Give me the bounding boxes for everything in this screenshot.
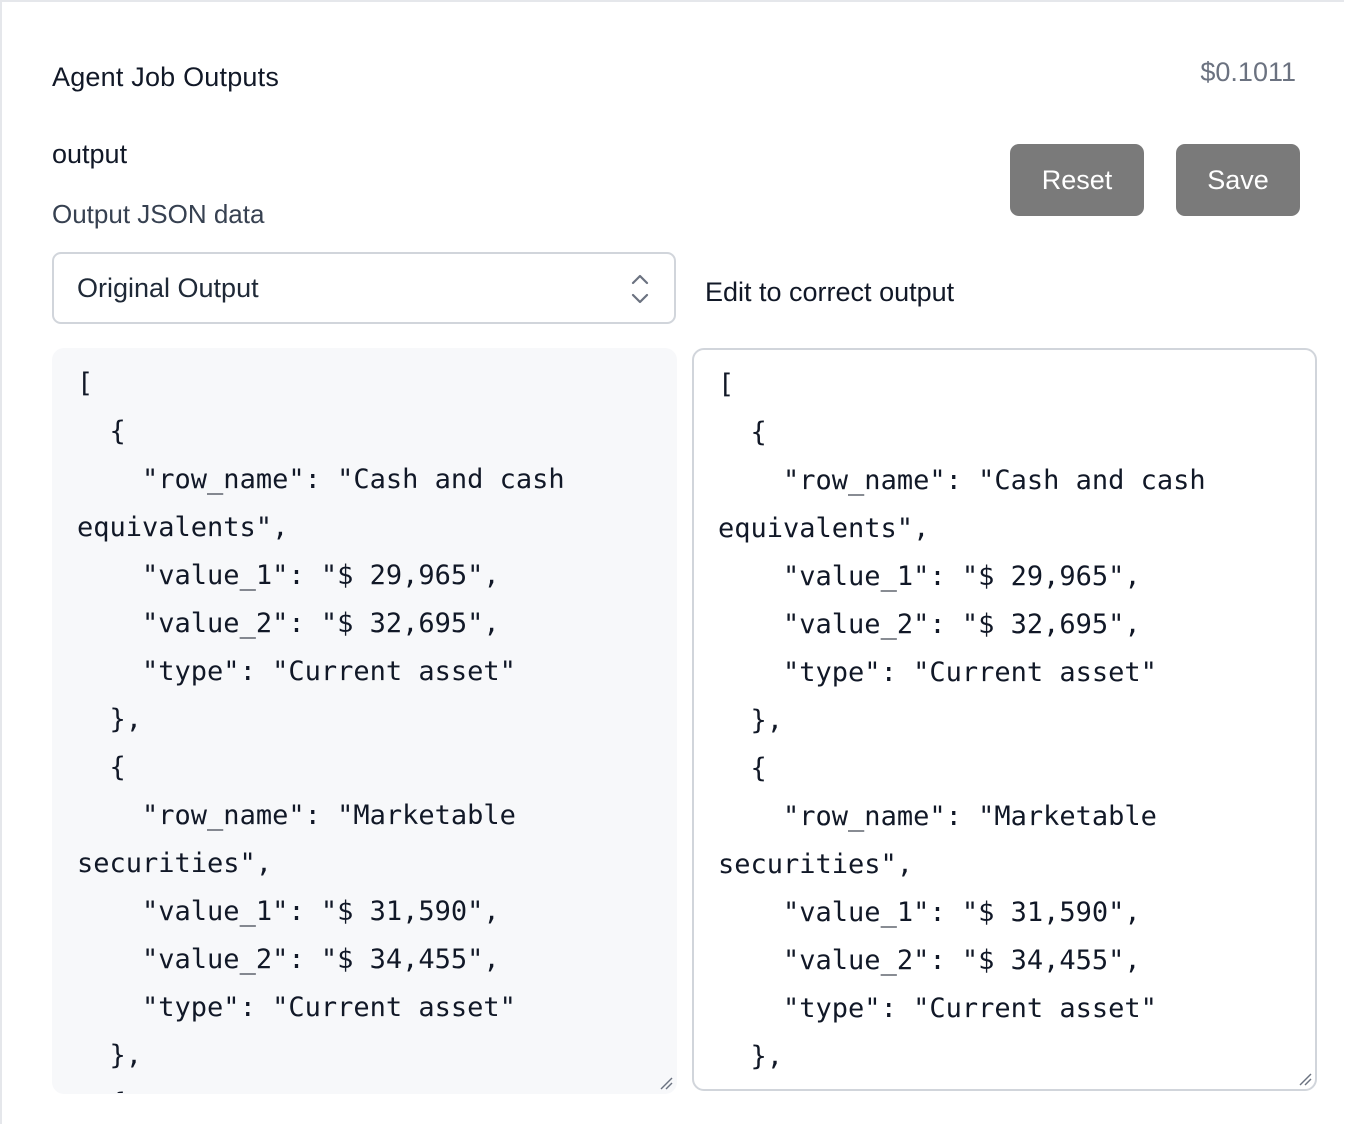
select-value: Original Output: [77, 273, 259, 303]
edited-output-text: [ { "row_name": "Cash and cash equivalen…: [718, 369, 1206, 1072]
resize-handle-icon[interactable]: [658, 1075, 674, 1091]
page-title: Agent Job Outputs: [52, 62, 280, 92]
original-output-viewer[interactable]: [ { "row_name": "Cash and cash equivalen…: [52, 348, 677, 1094]
field-description: Output JSON data: [52, 199, 265, 229]
edit-label: Edit to correct output: [705, 277, 955, 307]
original-output-text: [ { "row_name": "Cash and cash equivalen…: [77, 368, 565, 1093]
save-button[interactable]: Save: [1176, 144, 1300, 216]
agent-job-outputs-panel: Agent Job Outputs $0.1011 output Output …: [0, 0, 1344, 1124]
job-cost: $0.1011: [1200, 57, 1296, 87]
chevron-up-down-icon: [631, 274, 649, 304]
reset-button[interactable]: Reset: [1010, 144, 1144, 216]
output-version-select[interactable]: Original Output: [52, 252, 676, 324]
resize-handle-icon[interactable]: [1297, 1071, 1313, 1087]
field-name: output: [52, 139, 128, 169]
edited-output-textarea[interactable]: [ { "row_name": "Cash and cash equivalen…: [692, 348, 1317, 1091]
